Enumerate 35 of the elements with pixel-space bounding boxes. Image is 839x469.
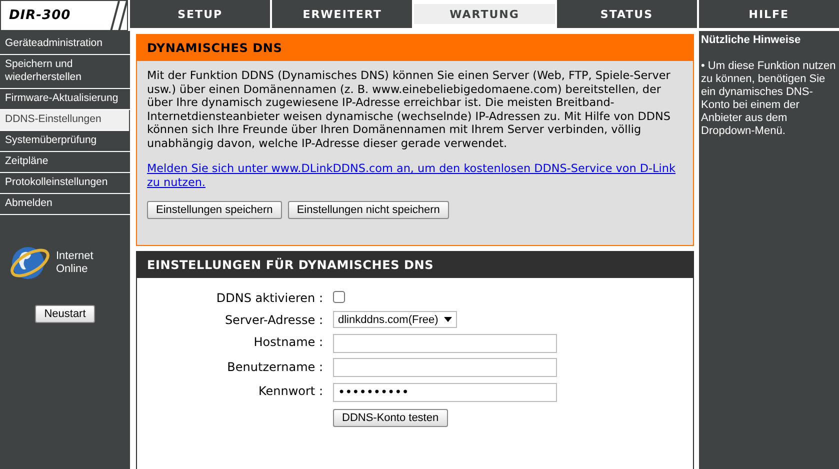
save-button[interactable]: Einstellungen speichern [147, 201, 282, 219]
caret-icon [444, 317, 452, 322]
description-text: Mit der Funktion DDNS (Dynamisches DNS) können Sie einen Server (Web, FTP, Spiele-Server usw.) über einen Domänennamen (z. B. www.einebeliebigedomaene.com) bereitstellen, der über Ihre dynamisch zugewiesene IP-Adresse erreichbar ist. Die meisten Breitband-Internetdiensteanbieter weisen dynamische (wechselnde) IP-Adressen zu. Mit Hilfe von DDNS können sich Ihre Freunde über Ihren Domänennamen mit Ihrem Server verbinden, völlig unabhängig davon, welche IP-Adresse dieser gerade verwendet. [147, 69, 672, 150]
sidebar-item[interactable]: Zeitpläne [0, 152, 130, 173]
ddns-checkbox[interactable] [333, 291, 345, 303]
logo: DIR-300 [0, 0, 128, 31]
field-label: Hostname : [252, 335, 323, 350]
field-label: Benutzername : [226, 360, 323, 374]
internet-status: Internet Online [56, 250, 94, 276]
nav-tab[interactable]: WARTUNG [414, 4, 555, 24]
nav-tab[interactable]: STATUS [556, 0, 697, 28]
server-dropdown[interactable]: dlinkddns.com(Free) [333, 311, 457, 328]
cancel-button[interactable]: Einstellungen nicht speichern [288, 201, 449, 219]
signup-link[interactable]: Melden Sie sich unter www.DLinkDDNS.com an, um den kostenlosen DDNS-Service von D-Link zu nutzen. [147, 162, 683, 189]
nav-tab[interactable]: ERWEITERT [272, 0, 412, 28]
sidebar-item[interactable]: Geräteadministration [0, 34, 130, 55]
nav-tab[interactable]: SETUP [130, 0, 270, 28]
nav-tab[interactable]: HILFE [698, 0, 839, 28]
input-field[interactable] [333, 358, 557, 377]
section-title: DYNAMISCHES DNS [137, 35, 693, 61]
sidebar-item[interactable]: Systemüberprüfung [0, 131, 130, 152]
section-title: EINSTELLUNGEN FÜR DYNAMISCHES DNS [137, 252, 693, 278]
sidebar-item[interactable]: Speichern und wiederherstellen [0, 55, 130, 89]
reboot-button[interactable]: Neustart [35, 305, 95, 323]
field-label: Kennwort : [257, 384, 323, 398]
sidebar-item[interactable]: DDNS-Einstellungen [0, 110, 129, 131]
field-label: DDNS aktivieren : [215, 290, 323, 304]
input-field[interactable] [333, 334, 557, 352]
help-title: Nützliche Hinweise [701, 34, 802, 46]
field-label: Server-Adresse : [224, 312, 323, 326]
input-field[interactable]: •••••••••• [333, 382, 557, 402]
test-button[interactable]: DDNS-Konto testen [333, 408, 448, 426]
sidebar-item[interactable]: Abmelden [0, 194, 130, 215]
sidebar-item[interactable]: Protokolleinstellungen [0, 173, 130, 194]
help-tip: • Um diese Funktion nutzen zu können, benötigen Sie ein dynamisches DNS-Konto bei einem der Anbieter aus dem Dropdown-Menü. [701, 60, 837, 138]
